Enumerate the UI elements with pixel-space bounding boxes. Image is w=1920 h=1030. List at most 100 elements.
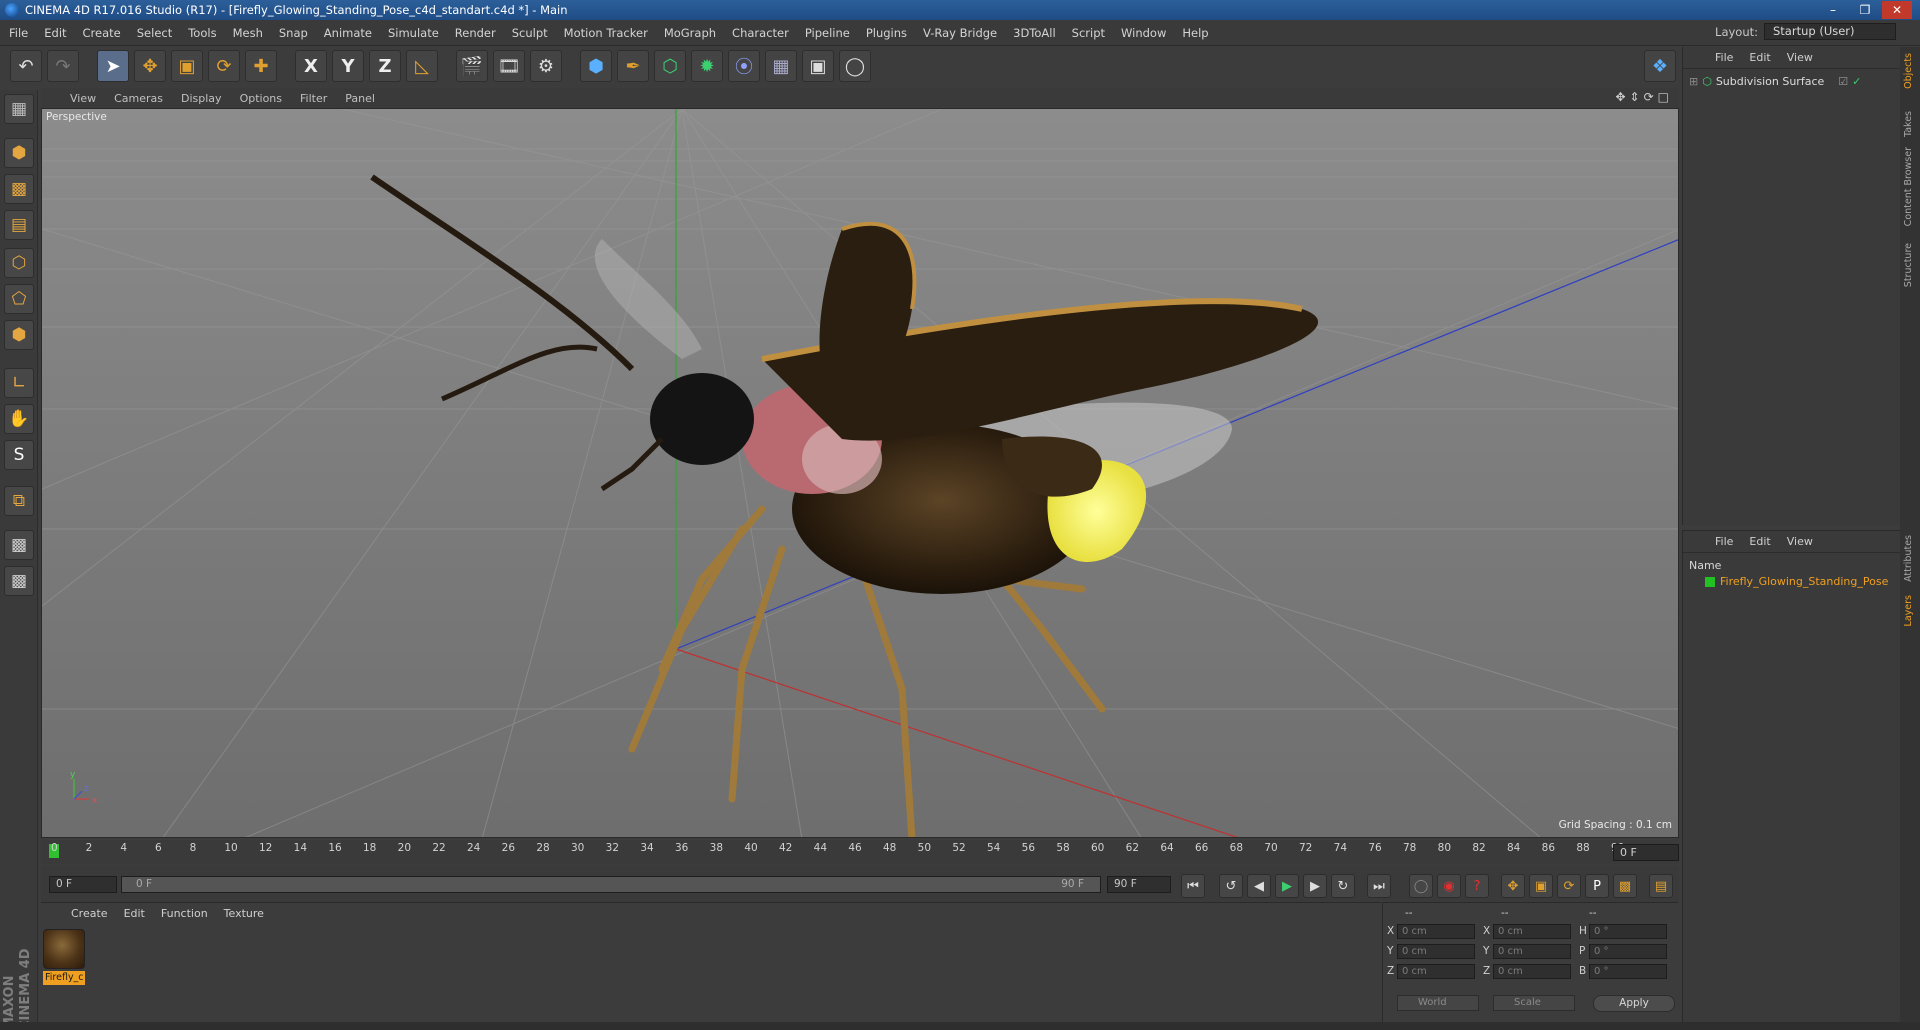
camera-icon[interactable]: ▣ [802,50,834,82]
viewport-menu-display[interactable]: Display [172,92,231,105]
floor-icon[interactable]: ▦ [765,50,797,82]
toggle-view-icon[interactable]: □ [1658,90,1669,104]
redo-icon[interactable]: ↷ [47,50,79,82]
polygons-mode-icon[interactable]: ⬢ [4,320,34,350]
subdivision-icon[interactable]: ⬡ [654,50,686,82]
coord-rot-h-field[interactable]: 0 ° [1589,924,1667,939]
menu-file[interactable]: File [0,26,35,40]
layer-menu-view[interactable]: View [1779,535,1821,548]
object-name[interactable]: Subdivision Surface [1716,75,1824,88]
planar-workplane-icon[interactable]: ▩ [4,566,34,596]
autokey-icon[interactable]: ? [1465,874,1489,898]
viewport-menu-options[interactable]: Options [231,92,291,105]
model-mode-icon[interactable]: ⬢ [4,138,34,168]
menu-edit[interactable]: Edit [35,26,73,40]
rotate-icon[interactable]: ⟳ [208,50,240,82]
z-axis-icon[interactable]: Z [369,50,401,82]
edit-check-icon[interactable]: ☑ [1838,75,1848,88]
record-parameter-icon[interactable]: P [1585,874,1609,898]
coord-rot-p-field[interactable]: 0 ° [1589,944,1667,959]
texture-mode-icon[interactable]: ▩ [4,174,34,204]
orbit-icon[interactable]: ⟳ [1644,90,1654,104]
coordinate-system-icon[interactable]: ◺ [406,50,438,82]
menu-create[interactable]: Create [74,26,128,40]
frame-range-slider[interactable]: 0 F 90 F [121,876,1101,893]
object-menu-file[interactable]: File [1707,51,1741,64]
menu-animate[interactable]: Animate [315,26,379,40]
undo-icon[interactable]: ↶ [10,50,42,82]
material-menu-function[interactable]: Function [153,907,216,920]
object-menu-view[interactable]: View [1779,51,1821,64]
object-menu-edit[interactable]: Edit [1741,51,1778,64]
menu-script[interactable]: Script [1063,26,1112,40]
viewport-menu-filter[interactable]: Filter [291,92,336,105]
maximize-icon[interactable]: ❐ [1850,1,1880,19]
next-keyframe-icon[interactable]: ↻ [1331,874,1355,898]
coord-pos-y-field[interactable]: 0 cm [1397,944,1475,959]
menu-plugins[interactable]: Plugins [857,26,914,40]
pan-icon[interactable]: ✥ [1615,90,1625,104]
previous-keyframe-icon[interactable]: ↺ [1219,874,1243,898]
layer-menu-edit[interactable]: Edit [1741,535,1778,548]
make-editable-icon[interactable]: ▦ [4,94,34,124]
lock-workplane-icon[interactable]: ▩ [4,530,34,560]
object-row-subdivision-surface[interactable]: ⊞ ⬡ Subdivision Surface ☑ ✓ [1689,75,1861,88]
material-menu-edit[interactable]: Edit [116,907,153,920]
array-icon[interactable]: ✹ [691,50,723,82]
expand-icon[interactable]: ⊞ [1689,75,1698,88]
viewport-menu-panel[interactable]: Panel [336,92,384,105]
menu-vray-bridge[interactable]: V-Ray Bridge [914,26,1004,40]
size-mode-dropdown[interactable]: Scale [1493,995,1575,1011]
material-thumbnail[interactable] [43,929,85,969]
y-axis-icon[interactable]: Y [332,50,364,82]
close-icon[interactable]: ✕ [1882,1,1912,19]
menu-tools[interactable]: Tools [179,26,223,40]
viewport-menu-cameras[interactable]: Cameras [105,92,172,105]
tweak-mode-icon[interactable]: ✋ [4,404,34,434]
python-icon[interactable]: ❖ [1644,50,1676,82]
perspective-viewport[interactable]: y x z Perspective Grid Spacing : 0.1 cm [41,108,1679,838]
play-icon[interactable]: ▶ [1275,874,1299,898]
deformer-icon[interactable]: ⦿ [728,50,760,82]
coord-size-z-field[interactable]: 0 cm [1493,964,1571,979]
record-position-icon[interactable]: ✥ [1501,874,1525,898]
tab-objects[interactable]: Objects [1903,53,1914,89]
axis-mode-icon[interactable]: ∟ [4,368,34,398]
current-frame-field[interactable]: 0 F [1613,844,1679,861]
menu-simulate[interactable]: Simulate [379,26,446,40]
layer-menu-file[interactable]: File [1707,535,1741,548]
tab-content-browser[interactable]: Content Browser [1903,147,1914,226]
menu-snap[interactable]: Snap [270,26,315,40]
coord-size-y-field[interactable]: 0 cm [1493,944,1571,959]
tab-layers[interactable]: Layers [1903,595,1914,626]
coord-pos-z-field[interactable]: 0 cm [1397,964,1475,979]
cube-icon[interactable]: ⬢ [580,50,612,82]
render-view-icon[interactable]: 🎬 [456,50,488,82]
points-mode-icon[interactable]: ⬡ [4,248,34,278]
menu-mesh[interactable]: Mesh [224,26,270,40]
select-arrow-icon[interactable]: ➤ [97,50,129,82]
menu-mograph[interactable]: MoGraph [655,26,723,40]
tab-takes[interactable]: Takes [1903,111,1914,137]
menu-select[interactable]: Select [128,26,179,40]
menu-render[interactable]: Render [446,26,503,40]
tab-attributes[interactable]: Attributes [1903,535,1914,582]
timeline-window-icon[interactable]: ▤ [1649,874,1673,898]
previous-frame-icon[interactable]: ◀ [1247,874,1271,898]
menu-motion-tracker[interactable]: Motion Tracker [555,26,655,40]
record-scale-icon[interactable]: ▣ [1529,874,1553,898]
coord-rot-b-field[interactable]: 0 ° [1589,964,1667,979]
magnet-icon[interactable]: ⧉ [4,486,34,516]
move-icon[interactable]: ✥ [134,50,166,82]
menu-pipeline[interactable]: Pipeline [796,26,857,40]
edit-render-settings-icon[interactable]: ⚙ [530,50,562,82]
minimize-icon[interactable]: – [1818,1,1848,19]
record-rotation-icon[interactable]: ⟳ [1557,874,1581,898]
coord-pos-x-field[interactable]: 0 cm [1397,924,1475,939]
timeline-ruler[interactable]: 0 2 4 6 8 10 12 14 16 18 20 22 24 26 28 30 32 34 36 38 40 42 4… [41,840,1679,864]
dolly-icon[interactable]: ⇕ [1630,90,1640,104]
transform-icon[interactable]: ✚ [245,50,277,82]
material-menu-texture[interactable]: Texture [216,907,272,920]
edges-mode-icon[interactable]: ⬠ [4,284,34,314]
coord-size-x-field[interactable]: 0 cm [1493,924,1571,939]
